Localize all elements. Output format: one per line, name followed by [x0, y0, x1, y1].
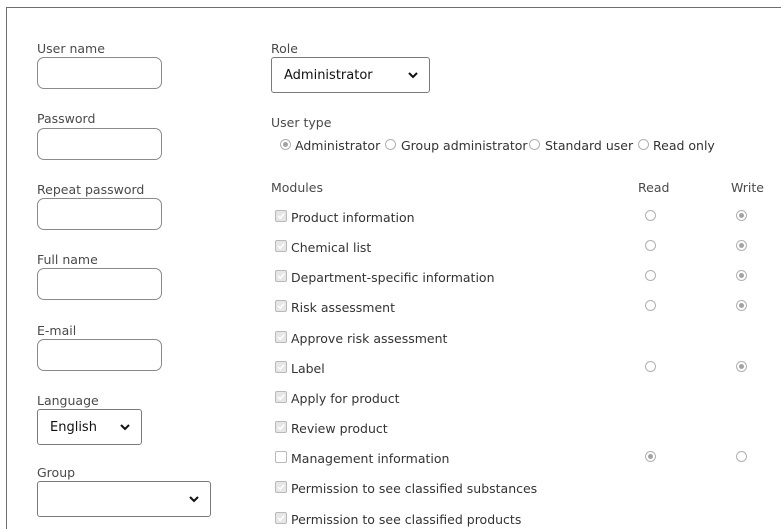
- module-label: Management information: [291, 451, 450, 466]
- role-select-value: Administrator: [284, 67, 373, 83]
- module-checkbox[interactable]: [275, 331, 287, 343]
- user-type-label: User type: [271, 115, 332, 130]
- check-icon: [277, 484, 285, 491]
- modules-header: Modules: [271, 180, 323, 195]
- username-label: User name: [37, 41, 105, 56]
- user-type-read-only-radio[interactable]: [638, 139, 649, 150]
- check-icon: [277, 515, 285, 522]
- module-label: Permission to see classified products: [291, 512, 522, 527]
- module-label: Risk assessment: [291, 300, 395, 315]
- module-checkbox[interactable]: [275, 481, 287, 493]
- email-label: E-mail: [37, 323, 77, 338]
- role-select[interactable]: Administrator: [271, 57, 430, 93]
- user-type-standard-user-radio[interactable]: [529, 139, 540, 150]
- module-label: Department-specific information: [291, 270, 495, 285]
- module-label: Approve risk assessment: [291, 331, 448, 346]
- user-type-administrator-radio[interactable]: [280, 139, 291, 150]
- check-icon: [277, 273, 285, 280]
- check-icon: [277, 213, 285, 220]
- module-checkbox[interactable]: [275, 240, 287, 252]
- read-radio[interactable]: [645, 361, 656, 372]
- module-checkbox[interactable]: [275, 512, 287, 524]
- module-checkbox[interactable]: [275, 421, 287, 433]
- fullname-input[interactable]: [37, 268, 162, 300]
- module-checkbox[interactable]: [275, 300, 287, 312]
- module-checkbox[interactable]: [275, 361, 287, 373]
- module-label: Permission to see classified substances: [291, 481, 538, 496]
- read-radio[interactable]: [645, 270, 656, 281]
- language-select[interactable]: English: [37, 409, 142, 445]
- language-label: Language: [37, 393, 99, 408]
- read-radio[interactable]: [645, 240, 656, 251]
- module-label: Product information: [291, 210, 415, 225]
- group-label: Group: [37, 465, 76, 480]
- write-radio[interactable]: [736, 210, 747, 221]
- panel-border-left: [6, 7, 7, 529]
- module-checkbox[interactable]: [275, 270, 287, 282]
- language-select-value: English: [50, 419, 97, 435]
- module-label: Apply for product: [291, 391, 400, 406]
- module-checkbox[interactable]: [275, 210, 287, 222]
- read-radio[interactable]: [645, 210, 656, 221]
- check-icon: [277, 394, 285, 401]
- password-input[interactable]: [37, 128, 162, 160]
- module-checkbox[interactable]: [275, 451, 287, 463]
- check-icon: [277, 334, 285, 341]
- write-header: Write: [731, 180, 765, 195]
- chevron-down-icon: [408, 72, 418, 79]
- user-type-group-administrator-radio[interactable]: [385, 139, 396, 150]
- check-icon: [277, 303, 285, 310]
- write-radio[interactable]: [736, 300, 747, 311]
- read-radio[interactable]: [645, 300, 656, 311]
- module-label: Chemical list: [291, 240, 372, 255]
- email-input[interactable]: [37, 339, 162, 371]
- group-select[interactable]: [37, 481, 211, 517]
- module-checkbox[interactable]: [275, 391, 287, 403]
- chevron-down-icon: [120, 424, 130, 431]
- chevron-down-icon: [189, 496, 199, 503]
- write-radio[interactable]: [736, 240, 747, 251]
- write-radio[interactable]: [736, 361, 747, 372]
- user-type-administrator-label: Administrator: [295, 138, 381, 153]
- read-radio[interactable]: [645, 451, 656, 462]
- module-label: Review product: [291, 421, 388, 436]
- password-label: Password: [37, 111, 96, 126]
- user-type-group-administrator-label: Group administrator: [401, 138, 528, 153]
- repeat-password-input[interactable]: [37, 198, 162, 230]
- write-radio[interactable]: [736, 451, 747, 462]
- role-label: Role: [271, 41, 298, 56]
- panel-border-top: [6, 7, 781, 8]
- repeat-password-label: Repeat password: [37, 182, 145, 197]
- user-type-standard-user-label: Standard user: [545, 138, 634, 153]
- read-header: Read: [638, 180, 670, 195]
- fullname-label: Full name: [37, 252, 98, 267]
- check-icon: [277, 243, 285, 250]
- check-icon: [277, 364, 285, 371]
- check-icon: [277, 424, 285, 431]
- user-type-read-only-label: Read only: [653, 138, 715, 153]
- module-label: Label: [291, 361, 325, 376]
- write-radio[interactable]: [736, 270, 747, 281]
- username-input[interactable]: [37, 57, 162, 89]
